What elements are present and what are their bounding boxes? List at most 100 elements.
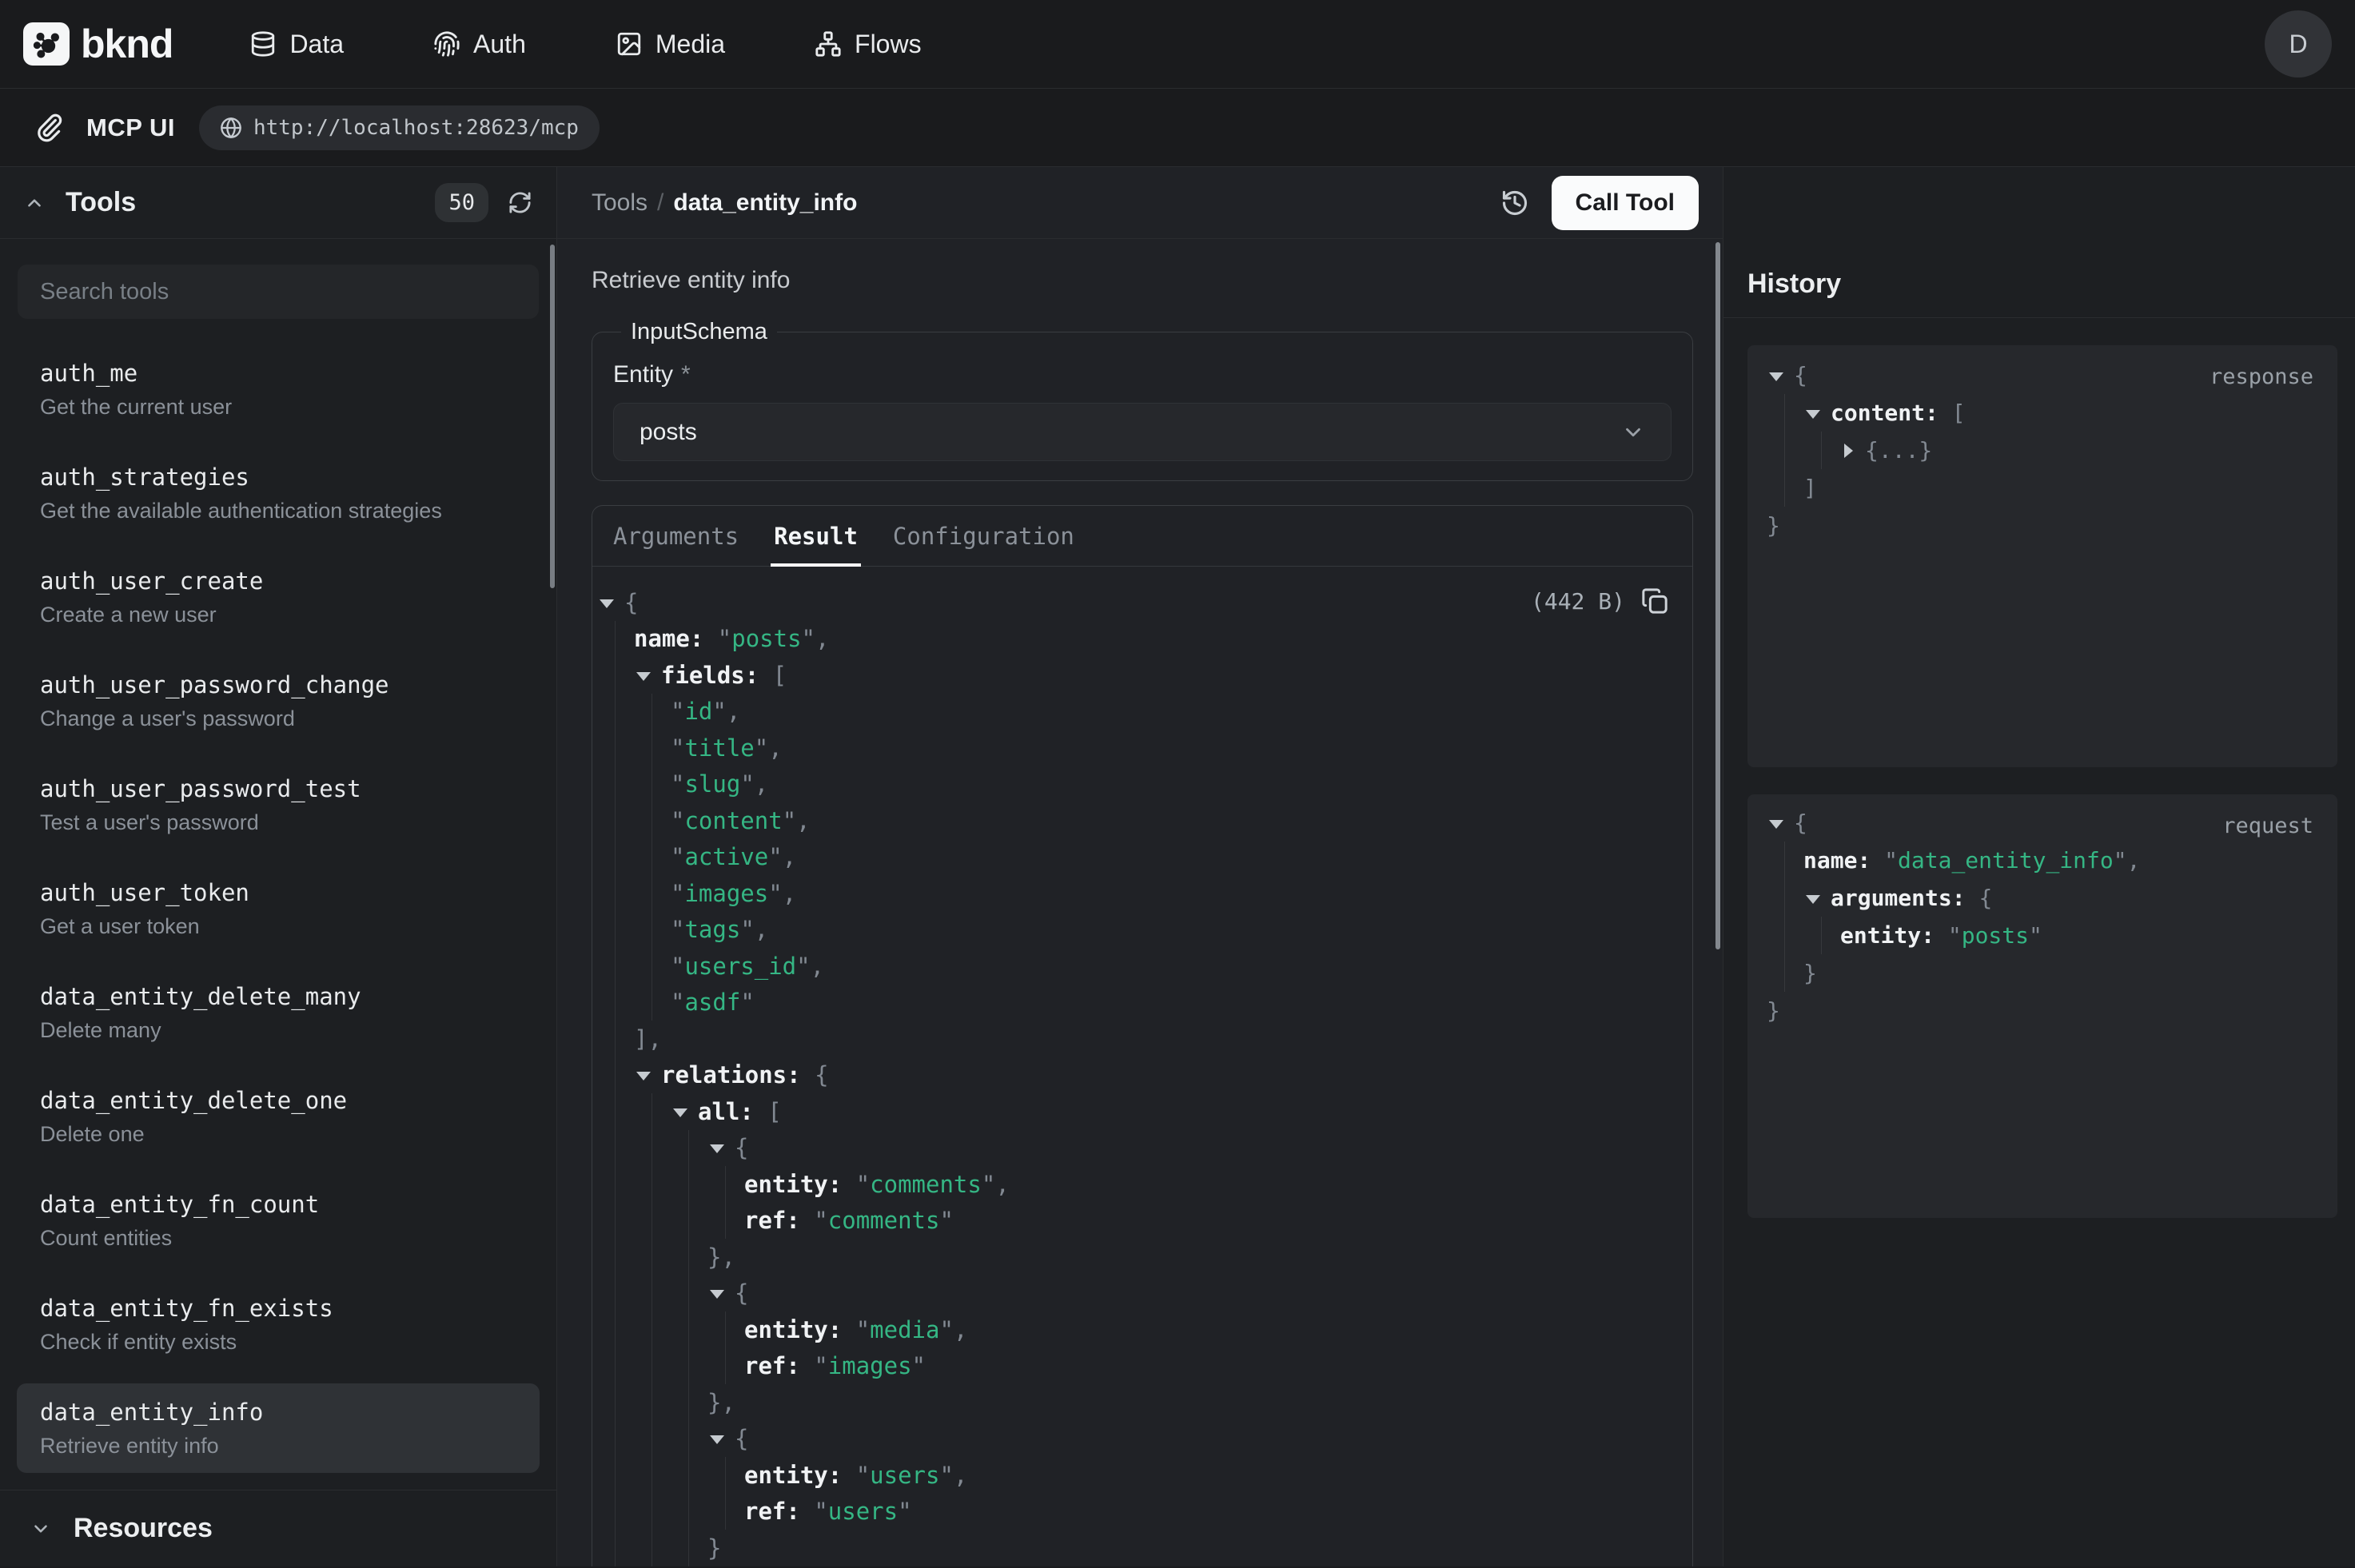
collapse-triangle-icon[interactable] <box>1769 820 1783 829</box>
collapse-triangle-icon[interactable] <box>1769 372 1783 381</box>
json-line: "content", <box>597 802 1672 839</box>
chevron-down-icon <box>1621 420 1645 444</box>
tab-configuration[interactable]: Configuration <box>893 506 1074 566</box>
request-label: request <box>2222 814 2313 838</box>
entity-label: Entity* <box>613 361 1672 388</box>
tool-desc: Get the current user <box>40 393 516 420</box>
globe-icon <box>220 117 242 139</box>
resources-section[interactable]: Resources <box>0 1490 556 1566</box>
collapse-triangle-icon[interactable] <box>710 1435 724 1444</box>
search-input[interactable] <box>18 265 539 319</box>
json-line: ], <box>597 1021 1672 1057</box>
copy-icon <box>1641 587 1668 615</box>
workflow-icon <box>815 30 842 58</box>
tools-header: Tools 50 <box>0 167 556 239</box>
user-avatar[interactable]: D <box>2265 10 2332 78</box>
main-panel: Tools / data_entity_info Call Tool Retri… <box>557 167 1723 1566</box>
tool-item-data_entity_fn_count[interactable]: data_entity_fn_countCount entities <box>17 1176 540 1265</box>
nav-item-flows[interactable]: Flows <box>815 30 922 59</box>
tool-item-auth_me[interactable]: auth_me Get the current user <box>17 344 540 434</box>
result-card: Arguments Result Configuration (442 B) {… <box>592 505 1693 1566</box>
top-bar: bknd Data Auth Media Flows D <box>0 0 2355 89</box>
tools-sidebar: Tools 50 auth_meGet the current userauth… <box>0 167 557 1566</box>
json-line: { <box>597 1275 1672 1312</box>
main-nav: Data Auth Media Flows <box>249 30 921 59</box>
avatar-initial: D <box>2289 30 2307 59</box>
tool-item-data_entity_delete_one[interactable]: data_entity_delete_oneDelete one <box>17 1072 540 1161</box>
json-line: "id", <box>597 694 1672 730</box>
json-line: arguments: { <box>1767 879 2313 917</box>
breadcrumb-tools[interactable]: Tools <box>592 189 648 217</box>
json-line: name: "data_entity_info", <box>1767 842 2313 879</box>
required-mark: * <box>681 361 691 388</box>
tool-desc: Create a new user <box>40 601 516 628</box>
tool-item-auth_user_password_test[interactable]: auth_user_password_testTest a user's pas… <box>17 760 540 850</box>
json-line: } <box>1767 954 2313 992</box>
tool-name: auth_strategies <box>40 462 516 492</box>
json-line: }, <box>597 1384 1672 1421</box>
bknd-logo[interactable]: bknd <box>23 21 173 67</box>
entity-select-value: posts <box>640 419 697 446</box>
nav-item-data[interactable]: Data <box>249 30 344 59</box>
json-line: } <box>1767 992 2313 1029</box>
tool-name: data_entity_delete_many <box>40 981 516 1012</box>
tool-desc: Count entities <box>40 1224 516 1252</box>
collapse-triangle-icon[interactable] <box>636 1072 651 1080</box>
history-response-card[interactable]: response {content: [{...}]} <box>1747 345 2337 767</box>
tab-result[interactable]: Result <box>774 506 858 566</box>
collapse-triangle-icon[interactable] <box>1806 895 1820 904</box>
tool-name: auth_user_create <box>40 566 516 596</box>
refresh-button[interactable] <box>508 190 532 215</box>
tool-item-data_entity_fn_exists[interactable]: data_entity_fn_exists Check if entity exi… <box>17 1279 540 1369</box>
expand-triangle-icon[interactable] <box>1844 444 1853 458</box>
tool-item-auth_strategies[interactable]: auth_strategiesGet the available authent… <box>17 448 540 538</box>
image-icon <box>616 30 643 58</box>
json-line: entity: "posts" <box>1767 917 2313 954</box>
nav-item-auth[interactable]: Auth <box>433 30 526 59</box>
fingerprint-icon <box>433 30 460 58</box>
tool-name: data_entity_fn_exists <box>40 1293 516 1323</box>
tool-name: data_entity_delete_one <box>40 1085 516 1116</box>
nav-item-media[interactable]: Media <box>616 30 725 59</box>
tool-desc: Change a user's password <box>40 705 516 732</box>
entity-select[interactable]: posts <box>613 403 1672 461</box>
tool-item-auth_user_password_change[interactable]: auth_user_password_changeChange a user's… <box>17 656 540 746</box>
collapse-triangle-icon[interactable] <box>673 1108 687 1117</box>
main-scrollbar[interactable] <box>1715 242 1720 949</box>
json-line: entity: "comments", <box>597 1166 1672 1203</box>
json-line: ref: "users" <box>597 1494 1672 1530</box>
json-line: { <box>597 1421 1672 1458</box>
history-header: History <box>1723 167 2355 318</box>
chevron-up-icon[interactable] <box>24 193 45 213</box>
history-button[interactable] <box>1500 189 1529 217</box>
json-line: all: [ <box>597 1093 1672 1130</box>
collapse-triangle-icon[interactable] <box>710 1144 724 1153</box>
mcp-bar: MCP UI http://localhost:28623/mcp <box>0 89 2355 167</box>
history-request-card[interactable]: request {name: "data_entity_info",argume… <box>1747 794 2337 1218</box>
json-line: { <box>597 584 1672 621</box>
collapse-triangle-icon[interactable] <box>600 599 614 608</box>
resources-title: Resources <box>74 1513 213 1544</box>
tool-item-auth_user_token[interactable]: auth_user_tokenGet a user token <box>17 864 540 953</box>
nav-label-auth: Auth <box>473 30 526 59</box>
call-tool-button[interactable]: Call Tool <box>1552 176 1699 230</box>
tool-item-data_entity_info[interactable]: data_entity_infoRetrieve entity info <box>17 1383 540 1473</box>
tool-item-data_entity_delete_many[interactable]: data_entity_delete_manyDelete many <box>17 968 540 1057</box>
tabs: Arguments Result Configuration <box>592 506 1692 567</box>
json-line: entity: "users", <box>597 1457 1672 1494</box>
tool-desc: Check if entity exists <box>40 1328 516 1355</box>
json-line: fields: [ <box>597 657 1672 694</box>
chevron-down-icon <box>30 1518 51 1539</box>
collapse-triangle-icon[interactable] <box>1806 410 1820 419</box>
tool-name: auth_me <box>40 358 516 388</box>
collapse-triangle-icon[interactable] <box>710 1290 724 1299</box>
collapse-triangle-icon[interactable] <box>636 672 651 681</box>
json-line: "title", <box>597 730 1672 766</box>
tool-item-auth_user_create[interactable]: auth_user_create Create a new user <box>17 552 540 642</box>
tab-arguments[interactable]: Arguments <box>613 506 739 566</box>
refresh-icon <box>508 190 532 215</box>
copy-button[interactable] <box>1641 587 1668 615</box>
sidebar-scrollbar[interactable] <box>550 245 555 588</box>
nav-label-media: Media <box>655 30 725 59</box>
mcp-url-pill[interactable]: http://localhost:28623/mcp <box>199 105 600 150</box>
